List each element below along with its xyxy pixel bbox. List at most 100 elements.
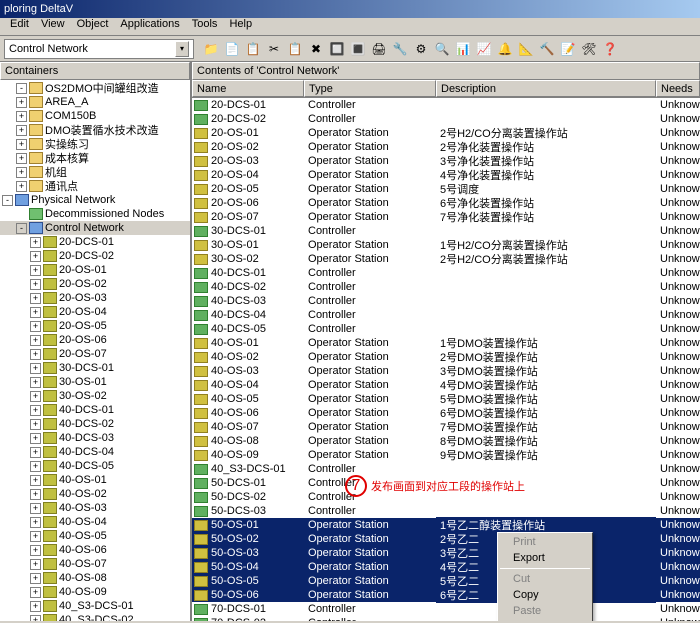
tree-item[interactable]: +40-OS-09 xyxy=(0,585,190,599)
tree-expand-icon[interactable]: + xyxy=(16,167,27,178)
list-row[interactable]: 40-DCS-04ControllerUnknown xyxy=(192,308,700,322)
tree-item[interactable]: +20-OS-07 xyxy=(0,347,190,361)
tree-item[interactable]: -Control Network xyxy=(0,221,190,235)
tree-item[interactable]: Decommissioned Nodes xyxy=(0,207,190,221)
tree-item[interactable]: +20-OS-01 xyxy=(0,263,190,277)
tree-item[interactable]: +30-DCS-01 xyxy=(0,361,190,375)
tree-item[interactable]: +40-DCS-04 xyxy=(0,445,190,459)
list-row[interactable]: 20-OS-07Operator Station7号净化装置操作站Unknown xyxy=(192,210,700,224)
tree-expand-icon[interactable]: + xyxy=(30,419,41,430)
tree-expand-icon[interactable]: + xyxy=(30,531,41,542)
menu-applications[interactable]: Applications xyxy=(114,18,185,35)
tree-item[interactable]: +40-OS-01 xyxy=(0,473,190,487)
tree-expand-icon[interactable]: + xyxy=(30,489,41,500)
tree-expand-icon[interactable]: + xyxy=(30,559,41,570)
list-row[interactable]: 30-OS-01Operator Station1号H2/CO分离装置操作站Un… xyxy=(192,238,700,252)
tree-item[interactable]: +成本核算 xyxy=(0,151,190,165)
tree-item[interactable]: +20-OS-03 xyxy=(0,291,190,305)
tree-expand-icon[interactable]: + xyxy=(30,545,41,556)
list-row[interactable]: 50-OS-04Operator Station4号乙二Unknown xyxy=(192,560,700,574)
list-row[interactable]: 40-DCS-03ControllerUnknown xyxy=(192,294,700,308)
tree-expand-icon[interactable]: + xyxy=(30,307,41,318)
tree-item[interactable]: +40-OS-07 xyxy=(0,557,190,571)
toolbar-icon[interactable]: 🛠 xyxy=(580,40,598,58)
tree-item[interactable]: +40-DCS-01 xyxy=(0,403,190,417)
tree-expand-icon[interactable]: + xyxy=(30,573,41,584)
tree-item[interactable]: +40-DCS-03 xyxy=(0,431,190,445)
tree-expand-icon[interactable]: + xyxy=(30,335,41,346)
tree-expand-icon[interactable]: + xyxy=(30,237,41,248)
col-need[interactable]: Needs Down. xyxy=(656,80,700,97)
tree-item[interactable]: +30-OS-01 xyxy=(0,375,190,389)
tree-expand-icon[interactable]: + xyxy=(30,517,41,528)
toolbar-icon[interactable]: ⚙ xyxy=(412,40,430,58)
tree-item[interactable]: +20-DCS-01 xyxy=(0,235,190,249)
menu-help[interactable]: Help xyxy=(223,18,258,35)
list-row[interactable]: 50-OS-01Operator Station1号乙二醇装置操作站Unknow… xyxy=(192,518,700,532)
tree-expand-icon[interactable]: + xyxy=(16,97,27,108)
tree-expand-icon[interactable]: + xyxy=(30,447,41,458)
tree-item[interactable]: +40_S3-DCS-02 xyxy=(0,613,190,621)
tree-item[interactable]: +通讯点 xyxy=(0,179,190,193)
toolbar-icon[interactable]: 🔔 xyxy=(496,40,514,58)
help-icon[interactable]: ❓ xyxy=(601,40,619,58)
tree-item[interactable]: +20-OS-05 xyxy=(0,319,190,333)
delete-icon[interactable]: ✖ xyxy=(307,40,325,58)
tree-expand-icon[interactable]: + xyxy=(30,391,41,402)
toolbar-icon[interactable]: 📊 xyxy=(454,40,472,58)
menu-view[interactable]: View xyxy=(35,18,71,35)
tree-expand-icon[interactable]: + xyxy=(30,349,41,360)
list-row[interactable]: 20-DCS-02ControllerUnknown xyxy=(192,112,700,126)
list-row[interactable]: 40_S3-DCS-01ControllerUnknown xyxy=(192,462,700,476)
list-row[interactable]: 40-DCS-01ControllerUnknown xyxy=(192,266,700,280)
list-row[interactable]: 40-OS-02Operator Station2号DMO装置操作站Unknow… xyxy=(192,350,700,364)
list-row[interactable]: 50-OS-06Operator Station6号乙二Unknown xyxy=(192,588,700,602)
list-row[interactable]: 20-OS-04Operator Station4号净化装置操作站Unknown xyxy=(192,168,700,182)
tree-expand-icon[interactable]: - xyxy=(16,83,27,94)
copy-icon[interactable]: 📋 xyxy=(244,40,262,58)
list-row[interactable]: 50-OS-03Operator Station3号乙二Unknown xyxy=(192,546,700,560)
toolbar-icon[interactable]: 📈 xyxy=(475,40,493,58)
tree-expand-icon[interactable]: + xyxy=(30,461,41,472)
list-row[interactable]: 70-DCS-01ControllerUnknown xyxy=(192,602,700,616)
list-row[interactable]: 40-OS-05Operator Station5号DMO装置操作站Unknow… xyxy=(192,392,700,406)
list-row[interactable]: 30-DCS-01ControllerUnknown xyxy=(192,224,700,238)
tree-expand-icon[interactable]: + xyxy=(30,265,41,276)
tree-expand-icon[interactable]: + xyxy=(16,153,27,164)
toolbar-icon[interactable]: 📄 xyxy=(223,40,241,58)
tree-expand-icon[interactable]: - xyxy=(2,195,13,206)
tree-item[interactable]: +20-OS-04 xyxy=(0,305,190,319)
tree-item[interactable]: +40-OS-02 xyxy=(0,487,190,501)
list-row[interactable]: 50-OS-02Operator Station2号乙二Unknown xyxy=(192,532,700,546)
list-row[interactable]: 40-OS-08Operator Station8号DMO装置操作站Unknow… xyxy=(192,434,700,448)
tree-item[interactable]: +40-DCS-05 xyxy=(0,459,190,473)
menu-item-delete[interactable]: Delete xyxy=(499,619,591,621)
tree-expand-icon[interactable]: + xyxy=(30,377,41,388)
menu-edit[interactable]: Edit xyxy=(4,18,35,35)
tree-item[interactable]: +20-OS-06 xyxy=(0,333,190,347)
toolbar-icon[interactable]: 🔲 xyxy=(328,40,346,58)
list-row[interactable]: 40-DCS-05ControllerUnknown xyxy=(192,322,700,336)
tree-expand-icon[interactable]: + xyxy=(30,615,41,622)
list-row[interactable]: 50-OS-05Operator Station5号乙二Unknown xyxy=(192,574,700,588)
tree-item[interactable]: +40-OS-06 xyxy=(0,543,190,557)
tree-item[interactable]: +20-DCS-02 xyxy=(0,249,190,263)
tree-item[interactable]: +40-OS-08 xyxy=(0,571,190,585)
toolbar-icon[interactable]: 🔍 xyxy=(433,40,451,58)
menu-tools[interactable]: Tools xyxy=(186,18,224,35)
tree-expand-icon[interactable]: + xyxy=(30,251,41,262)
tree-expand-icon[interactable]: + xyxy=(16,181,27,192)
menu-item-copy[interactable]: Copy xyxy=(499,587,591,603)
tree-item[interactable]: +AREA_A xyxy=(0,95,190,109)
tree-expand-icon[interactable]: + xyxy=(30,433,41,444)
tree-item[interactable]: +40-DCS-02 xyxy=(0,417,190,431)
tree-item[interactable]: -Physical Network xyxy=(0,193,190,207)
cut-icon[interactable]: ✂ xyxy=(265,40,283,58)
tree-expand-icon[interactable]: - xyxy=(16,223,27,234)
list-row[interactable]: 40-OS-06Operator Station6号DMO装置操作站Unknow… xyxy=(192,406,700,420)
tree-expand-icon[interactable]: + xyxy=(16,111,27,122)
list-row[interactable]: 40-OS-03Operator Station3号DMO装置操作站Unknow… xyxy=(192,364,700,378)
tree-expand-icon[interactable]: + xyxy=(30,363,41,374)
tree-item[interactable]: +DMO装置循水技术改造 xyxy=(0,123,190,137)
tree-item[interactable]: +COM150B xyxy=(0,109,190,123)
